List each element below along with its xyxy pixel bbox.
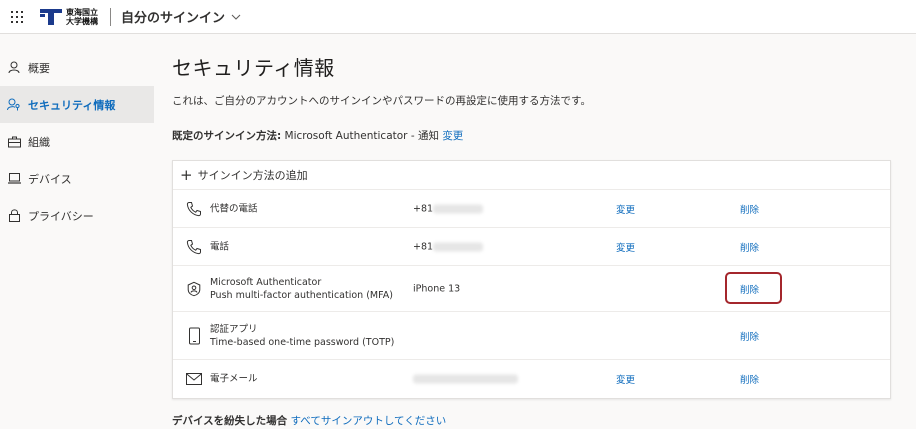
person-icon	[6, 61, 22, 74]
delete-link[interactable]: 削除	[740, 202, 759, 216]
method-name: 電子メール	[210, 373, 258, 385]
person-key-icon	[6, 98, 22, 111]
header-divider	[110, 7, 111, 26]
method-detail	[413, 374, 518, 385]
sidebar-item-privacy[interactable]: プライバシー	[0, 197, 154, 234]
sign-out-everywhere-link[interactable]: すべてサインアウトしてください	[291, 415, 447, 427]
delete-link[interactable]: 削除	[740, 372, 759, 386]
delete-link[interactable]: 削除	[740, 329, 759, 343]
top-bar: 東海国立 大学機構 自分のサインイン	[0, 0, 916, 34]
sidebar-item-devices[interactable]: デバイス	[0, 160, 154, 197]
change-link[interactable]: 変更	[616, 372, 635, 386]
chevron-down-icon	[231, 14, 241, 20]
phone-prefix: +81	[413, 203, 434, 214]
sidebar-item-label: 概要	[28, 61, 50, 75]
sidebar-item-label: 組織	[28, 135, 50, 149]
mobile-device-icon	[185, 327, 203, 344]
app-title: 自分のサインイン	[121, 11, 226, 26]
phone-prefix: +81	[413, 241, 434, 252]
sidebar-item-security-info[interactable]: セキュリティ情報	[0, 86, 154, 123]
sidebar-item-organization[interactable]: 組織	[0, 123, 154, 160]
default-method-label: 既定のサインイン方法:	[172, 130, 282, 142]
app-launcher-button[interactable]	[0, 0, 34, 34]
redacted-value	[433, 204, 484, 213]
method-name: Microsoft Authenticator	[210, 276, 322, 288]
organization-logo[interactable]: 東海国立 大学機構	[40, 0, 98, 34]
method-name-block: 認証アプリ Time-based one-time password (TOTP…	[210, 323, 394, 349]
add-method-label: サインイン方法の追加	[197, 169, 308, 182]
redacted-value	[413, 374, 518, 384]
method-description: Time-based one-time password (TOTP)	[210, 336, 395, 348]
page-subtitle: これは、ご自分のアカウントへのサインインやパスワードの再設定に使用する方法です。	[172, 95, 591, 107]
method-name: 認証アプリ	[210, 323, 258, 335]
waffle-icon	[11, 10, 23, 23]
method-row-phone: 電話 +81 変更 削除	[173, 228, 890, 266]
sidebar-item-label: セキュリティ情報	[28, 98, 116, 112]
organization-name: 東海国立 大学機構	[66, 8, 98, 26]
method-detail: iPhone 13	[413, 283, 461, 294]
mail-icon	[185, 373, 203, 385]
authenticator-icon	[185, 281, 203, 296]
method-description: Push multi-factor authentication (MFA)	[210, 289, 393, 301]
method-row-authenticator-app: 認証アプリ Time-based one-time password (TOTP…	[173, 312, 890, 360]
plus-icon: +	[180, 165, 193, 184]
lost-device-line: デバイスを紛失した場合 すべてサインアウトしてください	[172, 413, 892, 428]
default-method-value: Microsoft Authenticator - 通知	[284, 130, 439, 142]
organization-name-line1: 東海国立	[66, 7, 98, 17]
laptop-icon	[6, 173, 22, 184]
page-title: セキュリティ情報	[172, 56, 335, 80]
method-row-email: 電子メール 変更 削除	[173, 360, 890, 398]
change-link[interactable]: 変更	[616, 202, 635, 216]
sidebar-item-label: プライバシー	[28, 209, 94, 223]
main-content: セキュリティ情報 これは、ご自分のアカウントへのサインインやパスワードの再設定に…	[172, 34, 892, 428]
phone-icon	[185, 239, 203, 255]
add-method-button[interactable]: + サインイン方法の追加	[173, 161, 890, 190]
method-row-authenticator: Microsoft Authenticator Push multi-facto…	[173, 266, 890, 312]
lock-icon	[6, 209, 22, 222]
sidebar: 概要 セキュリティ情報 組織 デバイス プライバシー	[0, 34, 154, 429]
default-method-line: 既定のサインイン方法: Microsoft Authenticator - 通知…	[172, 128, 892, 143]
method-detail: +81	[413, 203, 484, 214]
change-default-link[interactable]: 変更	[442, 130, 463, 142]
organization-name-line2: 大学機構	[66, 16, 98, 26]
phone-icon	[185, 201, 203, 217]
delete-link[interactable]: 削除	[740, 240, 759, 254]
redacted-value	[433, 242, 484, 251]
method-row-alternate-phone: 代替の電話 +81 変更 削除	[173, 190, 890, 228]
method-name-block: Microsoft Authenticator Push multi-facto…	[210, 276, 393, 302]
briefcase-icon	[6, 136, 22, 148]
lost-device-label: デバイスを紛失した場合	[172, 415, 288, 427]
change-link[interactable]: 変更	[616, 240, 635, 254]
sidebar-item-label: デバイス	[28, 172, 72, 186]
methods-card: + サインイン方法の追加 代替の電話 +81 変更 削除 電話 +81 変更 削…	[172, 160, 891, 399]
app-title-menu[interactable]: 自分のサインイン	[121, 7, 241, 26]
logo-mark-icon	[40, 8, 62, 25]
sidebar-item-overview[interactable]: 概要	[0, 49, 154, 86]
method-detail: +81	[413, 241, 484, 252]
method-name: 代替の電話	[210, 203, 258, 214]
delete-link[interactable]: 削除	[740, 282, 759, 296]
method-name: 電話	[210, 241, 230, 252]
